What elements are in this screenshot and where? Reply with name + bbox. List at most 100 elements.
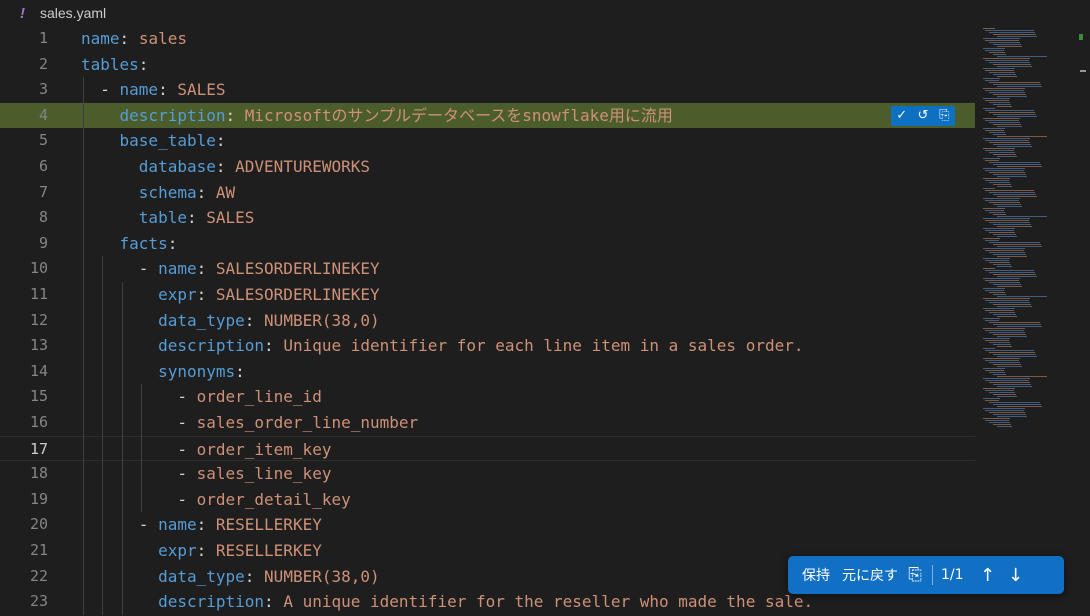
yaml-value: NUMBER(38,0) [264,310,380,330]
yaml-value: RESELLERKEY [215,515,322,535]
indent-guide [140,384,142,513]
code-line[interactable]: 14 synonyms: [0,359,975,385]
line-number: 7 [38,182,48,201]
accept-change-icon[interactable]: ✓ [893,103,911,129]
line-number: 13 [29,336,48,355]
undo-change-icon[interactable]: ↺ [914,103,932,129]
code-line[interactable]: 15 - order_line_id [0,384,975,410]
code-content: description: Unique identifier for each … [158,336,804,356]
yaml-value: Unique identifier for each line item in … [283,336,804,356]
minimap-line [989,162,1040,163]
minimap-line [983,188,995,189]
code-line[interactable]: 10 - name: SALESORDERLINEKEY [0,256,975,282]
minimap-line [993,354,1036,355]
yaml-value: sales [138,29,187,48]
minimap-line [983,238,1000,239]
code-line[interactable]: 17 - order_item_key [0,435,975,462]
line-number: 21 [29,541,48,559]
yaml-key: name [81,29,120,48]
minimap-line [985,330,1024,331]
copy-diff-icon[interactable]: ⎘ [904,565,926,585]
breadcrumb-file-name[interactable]: sales.yaml [40,5,106,21]
copy-change-icon[interactable]: ⎘ [935,103,953,129]
minimap-line [983,358,1020,359]
minimap-line [989,42,1020,43]
line-number: 1 [38,29,48,47]
minimap-line [989,142,1030,143]
minimap-line [983,208,1005,209]
minimap-line [997,136,1047,137]
minimap-line [997,406,1042,407]
code-line[interactable]: 11 expr: SALESORDERLINEKEY [0,282,975,308]
code-line[interactable]: 1 name: sales [0,26,975,52]
minimap-line [985,290,1004,291]
yaml-key: name [158,259,197,279]
minimap-line [997,266,1012,267]
code-line[interactable]: 2 tables: [0,52,975,78]
minimap-line [997,376,1047,377]
code-line[interactable]: 4 description: Microsoftのサンプルデータベースをsnow… [0,102,975,129]
code-line[interactable]: 16 - sales_order_line_number [0,410,975,436]
minimap-line [985,160,999,161]
undo-button[interactable]: 元に戻す [836,565,904,585]
code-content: - sales_order_line_number [177,413,419,432]
code-line[interactable]: 20 - name: RESELLERKEY [0,512,975,538]
minimap-line [997,386,1032,387]
minimap-line [985,100,1009,101]
next-change-icon[interactable]: ↓ [1002,565,1030,586]
minimap-line [985,30,1034,31]
minimap-line [983,108,995,109]
code-line[interactable]: 19 - order_detail_key [0,487,975,513]
code-line[interactable]: 3 - name: SALES [0,77,975,103]
code-content: data_type: NUMBER(38,0) [158,566,380,586]
code-line[interactable]: 7 schema: AW [0,180,975,206]
yaml-key: tables [81,54,139,74]
yaml-key: name [119,80,159,100]
minimap-line [985,420,1009,421]
minimap-line [997,106,1012,107]
minimap-line [989,252,1025,253]
minimap-line [985,150,1014,151]
minimap-line [985,70,1014,71]
code-content: base_table: [119,131,226,151]
code-content: tables: [81,54,149,74]
minimap-line [985,410,1024,411]
change-counter: 1/1 [941,567,964,583]
minimap-line [997,326,1042,327]
minimap-line [997,246,1042,247]
minimap-line [993,144,1031,145]
minimap-line [997,306,1032,307]
minimap-line [993,64,1031,65]
code-editor[interactable]: 1 name: sales 2 tables: 3 - name: SALES 4 des… [0,26,975,616]
code-line[interactable]: 12 data_type: NUMBER(38,0) [0,308,975,334]
minimap-line [985,310,1014,311]
yaml-key: description [158,592,265,612]
minimap-line [989,192,1035,193]
yaml-key: facts [119,233,168,253]
minimap-line [983,368,1005,369]
minimap-line [985,350,1034,351]
minimap-line [993,334,1026,335]
minimap-line [983,98,1010,99]
minimap-line [985,190,1034,191]
minimap-line [997,156,1017,157]
minimap-line [983,178,1010,179]
minimap-line [993,114,1036,115]
yaml-value: Microsoftのサンプルデータベースをsnowflake用に流用 [244,105,673,125]
minimap-line [989,392,1015,393]
diff-review-toolbar: 保持 元に戻す ⎘ 1/1 ↑ ↓ [788,556,1064,594]
code-line[interactable]: 6 database: ADVENTUREWORKS [0,154,975,180]
code-line[interactable]: 13 description: Unique identifier for ea… [0,333,975,359]
code-line[interactable]: 8 table: SALES [0,205,975,231]
minimap-line [993,164,1041,165]
minimap-scrollbar-thumb[interactable] [1080,70,1086,72]
minimap[interactable] [975,26,1075,616]
minimap-line [997,176,1027,177]
minimap-line [983,138,1030,139]
code-line[interactable]: 18 - sales_line_key [0,461,975,487]
previous-change-icon[interactable]: ↑ [974,565,1002,586]
code-line[interactable]: 9 facts: [0,231,975,257]
keep-button[interactable]: 保持 [796,565,836,585]
code-line[interactable]: 5 base_table: [0,128,975,154]
minimap-line [997,36,1037,37]
